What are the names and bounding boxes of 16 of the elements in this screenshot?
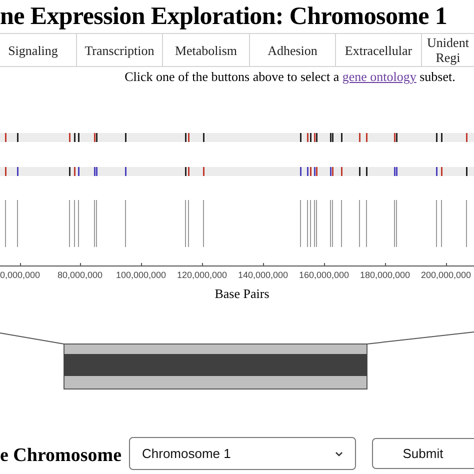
axis-tick-label: 120,000,000	[176, 270, 228, 281]
axis-tick-label: 200,000,000	[420, 270, 472, 281]
axis-tick-label: 80,000,000	[57, 270, 103, 281]
axis-tick-label: 100,000,000	[116, 270, 166, 281]
submit-button[interactable]: Submit	[372, 438, 474, 469]
axis-tick-label: 160,000,000	[298, 270, 350, 281]
axis-tick-label: 140,000,000	[238, 270, 288, 281]
chromosome-label: e Chromosome	[0, 444, 122, 468]
instruction-text: Click one of the buttons above to select a gene ontology subset.	[124, 69, 456, 86]
axis-label: Base Pairs	[214, 286, 270, 301]
axis-tick-label: 0,000,000	[0, 270, 40, 281]
caret-icon	[335, 450, 343, 456]
axis-tick-label: 180,000,000	[360, 270, 410, 281]
gene-ontology-link[interactable]: gene ontology	[342, 69, 416, 84]
page-title: ne Expression Exploration: Chromosome 1	[0, 2, 448, 32]
chromosome-select[interactable]: Chromosome 1	[129, 437, 356, 470]
